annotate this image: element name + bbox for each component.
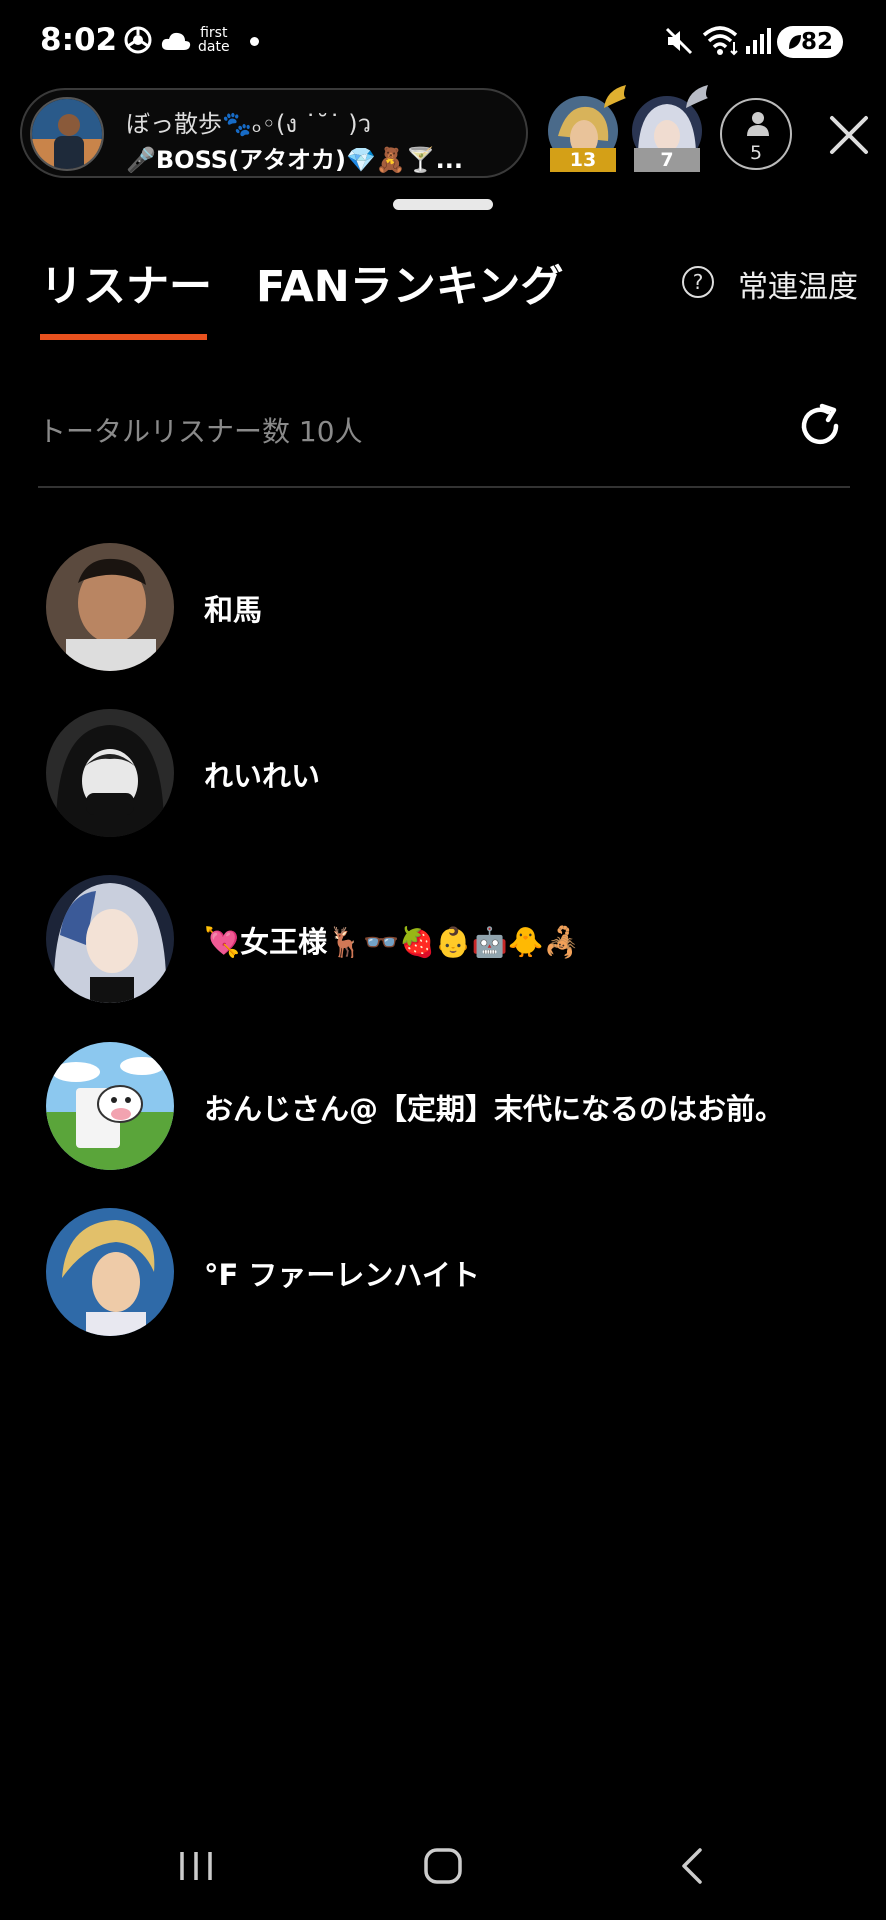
- listener-avatar[interactable]: [46, 709, 174, 837]
- total-listeners-count: トータルリスナー数 10人: [38, 415, 363, 448]
- listener-row[interactable]: 和馬: [44, 543, 844, 675]
- battery-indicator: 82: [777, 26, 843, 58]
- signal-icon: [746, 28, 771, 54]
- first-date-line2: date: [198, 39, 230, 55]
- listener-avatar[interactable]: [46, 1042, 174, 1170]
- refresh-icon[interactable]: [796, 402, 844, 450]
- cloud-icon: [161, 32, 191, 50]
- host-avatar[interactable]: [30, 97, 104, 171]
- first-date-line1: first: [200, 25, 228, 41]
- status-time: 8:02: [40, 22, 118, 58]
- recent-apps-icon[interactable]: [176, 1846, 216, 1886]
- notification-dot-icon: [250, 37, 259, 46]
- listener-name: おんじさん@【定期】末代になるのはお前。: [204, 1092, 785, 1126]
- tab-listeners[interactable]: リスナー: [40, 252, 212, 314]
- fan-rank-1-avatar[interactable]: 13: [548, 85, 626, 172]
- listener-avatar[interactable]: [46, 875, 174, 1003]
- listener-count-button[interactable]: 5: [720, 98, 792, 170]
- listener-row[interactable]: 💘女王様🦌👓🍓👶🤖🐥🦂: [44, 875, 844, 1007]
- listener-name: 💘女王様🦌👓🍓👶🤖🐥🦂: [204, 925, 580, 959]
- rank-2-badge: 7: [634, 148, 700, 172]
- status-bar: 8:02 first date 82: [0, 0, 886, 84]
- tab-fan-ranking[interactable]: FANランキング: [256, 252, 563, 314]
- active-tab-indicator: [40, 334, 207, 340]
- home-icon[interactable]: [423, 1846, 463, 1886]
- listener-avatar[interactable]: [46, 543, 174, 671]
- sheet-drag-handle[interactable]: [393, 199, 493, 210]
- listener-row[interactable]: °F ファーレンハイト: [44, 1208, 844, 1340]
- listener-name: れいれい: [204, 759, 321, 793]
- close-icon[interactable]: [826, 112, 872, 158]
- person-icon: [747, 112, 769, 136]
- live-room-subtitle: 🎤BOSS(アタオカ)💎🧸🍸...: [126, 146, 464, 174]
- gold-wing-icon: [604, 85, 626, 108]
- live-room-info-pill[interactable]: ぼっ散歩🐾ₒ◦(ง ˙˘˙ )ว 🎤BOSS(アタオカ)💎🧸🍸...: [20, 88, 528, 178]
- live-room-title: ぼっ散歩🐾ₒ◦(ง ˙˘˙ )ว: [126, 110, 372, 138]
- listener-avatar[interactable]: [46, 1208, 174, 1336]
- first-date-app-icon: first date: [198, 26, 230, 54]
- regular-temperature-link[interactable]: 常連温度: [738, 262, 858, 306]
- listener-row[interactable]: おんじさん@【定期】末代になるのはお前。: [44, 1042, 844, 1174]
- battery-level: 82: [800, 29, 833, 55]
- listener-count: 5: [749, 142, 763, 164]
- power-saving-leaf-icon: [789, 35, 801, 49]
- wifi-icon: [702, 26, 738, 56]
- back-icon[interactable]: [672, 1846, 712, 1886]
- listener-panel-screen: 8:02 first date 82 ぼっ散歩🐾ₒ◦(ง ˙˘˙)ว 🎤BOS…: [0, 0, 886, 1920]
- help-icon[interactable]: ?: [682, 266, 714, 298]
- mute-icon: [665, 27, 693, 55]
- listener-row[interactable]: れいれい: [44, 709, 844, 841]
- listener-name: 和馬: [204, 593, 263, 627]
- list-divider: [38, 486, 850, 488]
- listener-name: °F ファーレンハイト: [204, 1258, 480, 1292]
- silver-wing-icon: [686, 85, 708, 108]
- fan-rank-2-avatar[interactable]: 7: [632, 85, 708, 172]
- rank-1-badge: 13: [550, 148, 616, 172]
- chrome-icon: [124, 26, 152, 54]
